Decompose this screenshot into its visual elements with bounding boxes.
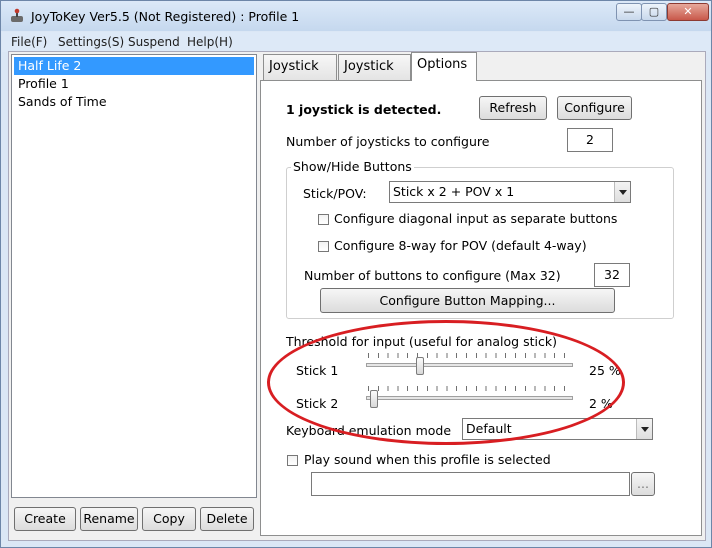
options-panel: 1 joystick is detected. Refresh Configur…	[260, 80, 702, 536]
keyboard-mode-dropdown[interactable]: Default	[462, 418, 653, 440]
refresh-button[interactable]: Refresh	[479, 96, 547, 120]
eight-way-pov-label: Configure 8-way for POV (default 4-way)	[334, 238, 587, 253]
profile-item-profile-1[interactable]: Profile 1	[14, 75, 254, 93]
delete-button[interactable]: Delete	[200, 507, 254, 531]
stick-pov-value: Stick x 2 + POV x 1	[393, 184, 515, 199]
app-window: JoyToKey Ver5.5 (Not Registered) : Profi…	[0, 0, 712, 548]
stick2-slider-thumb[interactable]	[370, 390, 378, 408]
stick2-ticks	[368, 386, 573, 391]
chevron-down-icon[interactable]	[614, 182, 630, 202]
chevron-down-icon[interactable]	[636, 419, 652, 439]
maximize-button[interactable]: ▢	[641, 3, 667, 21]
stick1-slider-track[interactable]	[366, 363, 573, 367]
stick2-slider-track[interactable]	[366, 396, 573, 400]
num-buttons-label: Number of buttons to configure (Max 32)	[304, 268, 561, 283]
keyboard-mode-value: Default	[466, 421, 512, 436]
profile-list[interactable]: Half Life 2 Profile 1 Sands of Time	[11, 54, 257, 498]
copy-button[interactable]: Copy	[142, 507, 196, 531]
title-bar[interactable]: JoyToKey Ver5.5 (Not Registered) : Profi…	[1, 1, 711, 31]
show-hide-buttons-title: Show/Hide Buttons	[291, 159, 414, 174]
sound-file-path-input[interactable]	[311, 472, 630, 496]
browse-sound-button[interactable]: ...	[631, 472, 655, 496]
diagonal-input-label: Configure diagonal input as separate but…	[334, 211, 618, 226]
play-sound-checkbox[interactable]	[287, 455, 298, 466]
window-title: JoyToKey Ver5.5 (Not Registered) : Profi…	[31, 9, 300, 24]
create-button[interactable]: Create	[14, 507, 76, 531]
close-button[interactable]: ✕	[667, 3, 709, 21]
stick1-slider-thumb[interactable]	[416, 357, 424, 375]
keyboard-mode-label: Keyboard emulation mode	[286, 423, 452, 438]
profile-item-half-life-2[interactable]: Half Life 2	[14, 57, 254, 75]
diagonal-input-checkbox[interactable]	[318, 214, 329, 225]
stick1-label: Stick 1	[296, 363, 339, 378]
num-joysticks-field[interactable]: 2	[567, 128, 613, 152]
configure-button-mapping-button[interactable]: Configure Button Mapping...	[320, 288, 615, 313]
num-buttons-field[interactable]: 32	[594, 263, 630, 287]
stick1-value: 25 %	[589, 363, 621, 378]
tab-options[interactable]: Options	[411, 52, 477, 81]
play-sound-label: Play sound when this profile is selected	[304, 452, 551, 467]
joystick-app-icon	[11, 8, 23, 22]
threshold-label: Threshold for input (useful for analog s…	[286, 334, 557, 349]
configure-button[interactable]: Configure	[557, 96, 632, 120]
tab-joystick-2[interactable]: Joystick 2	[338, 54, 411, 98]
menu-bar: File(F) Settings(S) Suspend Help(H)	[2, 32, 710, 52]
stick1-ticks	[368, 353, 573, 358]
stick2-value: 2 %	[589, 396, 613, 411]
stick-pov-dropdown[interactable]: Stick x 2 + POV x 1	[389, 181, 631, 203]
rename-button[interactable]: Rename	[80, 507, 138, 531]
joystick-detected-status: 1 joystick is detected.	[286, 102, 442, 117]
profile-item-sands-of-time[interactable]: Sands of Time	[14, 93, 254, 111]
main-client-area: Half Life 2 Profile 1 Sands of Time Crea…	[8, 51, 706, 541]
stick-pov-label: Stick/POV:	[303, 186, 367, 201]
menu-file[interactable]: File(F)	[11, 35, 47, 49]
tab-joystick-1[interactable]: Joystick 1	[263, 54, 337, 98]
eight-way-pov-checkbox[interactable]	[318, 241, 329, 252]
stick2-label: Stick 2	[296, 396, 339, 411]
minimize-button[interactable]: —	[616, 3, 642, 21]
menu-settings[interactable]: Settings(S)	[58, 35, 124, 49]
num-joysticks-label: Number of joysticks to configure	[286, 134, 490, 149]
menu-help[interactable]: Help(H)	[187, 35, 233, 49]
menu-suspend[interactable]: Suspend	[128, 35, 180, 49]
